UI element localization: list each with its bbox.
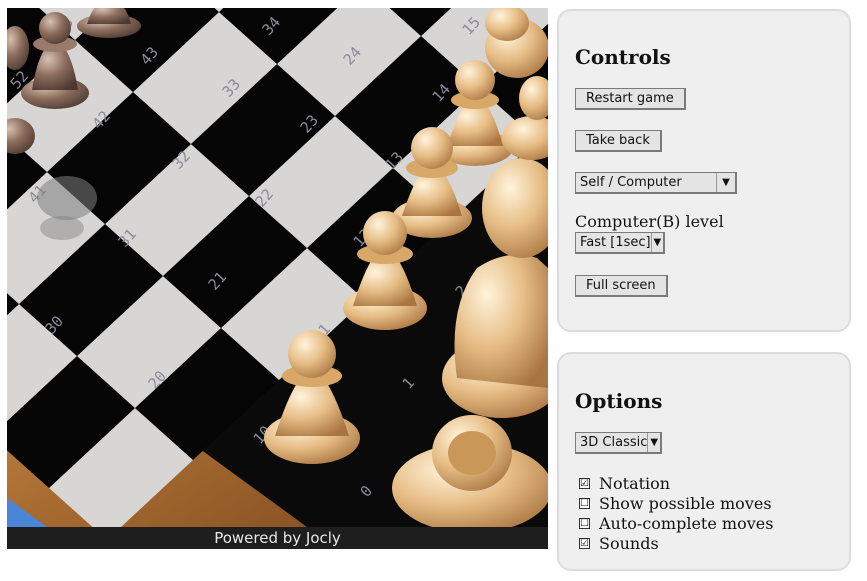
powered-by-bar: Powered by Jocly — [7, 527, 548, 549]
restart-game-button[interactable]: Restart game — [575, 88, 686, 110]
options-title: Options — [575, 389, 663, 413]
full-screen-button[interactable]: Full screen — [575, 275, 668, 297]
chevron-down-icon: ▼ — [650, 233, 663, 252]
piece-shadow — [40, 216, 84, 240]
computer-level-label: Computer(B) level — [575, 212, 724, 231]
auto-complete-checkbox[interactable]: ☐ — [579, 518, 590, 529]
option-label: Sounds — [599, 534, 659, 553]
controls-panel: Controls Restart game Take back Self / C… — [557, 9, 851, 332]
mode-select-value: Self / Computer — [580, 175, 682, 190]
option-show-possible-moves[interactable]: ☐ Show possible moves — [579, 494, 772, 513]
show-moves-checkbox[interactable]: ☐ — [579, 498, 590, 509]
board-3d-view[interactable]: 5343342415523314422332134122311221230112… — [7, 8, 548, 527]
chevron-down-icon: ▼ — [647, 433, 660, 452]
skin-select-value: 3D Classic — [580, 435, 648, 450]
options-panel: Options 3D Classic ▼ ☑ Notation ☐ Show p… — [557, 352, 851, 571]
chevron-down-icon: ▼ — [716, 173, 735, 192]
controls-title: Controls — [575, 45, 671, 69]
notation-checkbox[interactable]: ☑ — [579, 478, 590, 489]
level-select-value: Fast [1sec] — [580, 235, 651, 250]
option-label: Auto-complete moves — [599, 514, 774, 533]
skin-select[interactable]: 3D Classic ▼ — [575, 432, 662, 454]
option-sounds[interactable]: ☑ Sounds — [579, 534, 659, 553]
option-label: Notation — [599, 474, 671, 493]
game-board[interactable]: 5343342415523314422332134122311221230112… — [7, 8, 548, 527]
powered-by-text: Powered by Jocly — [214, 529, 341, 547]
level-select[interactable]: Fast [1sec] ▼ — [575, 232, 665, 254]
option-label: Show possible moves — [599, 494, 772, 513]
option-auto-complete[interactable]: ☐ Auto-complete moves — [579, 514, 773, 533]
sounds-checkbox[interactable]: ☑ — [579, 538, 590, 549]
option-notation[interactable]: ☑ Notation — [579, 474, 670, 493]
piece-shadow — [37, 176, 97, 220]
mode-select[interactable]: Self / Computer ▼ — [575, 172, 737, 194]
take-back-button[interactable]: Take back — [575, 130, 662, 152]
